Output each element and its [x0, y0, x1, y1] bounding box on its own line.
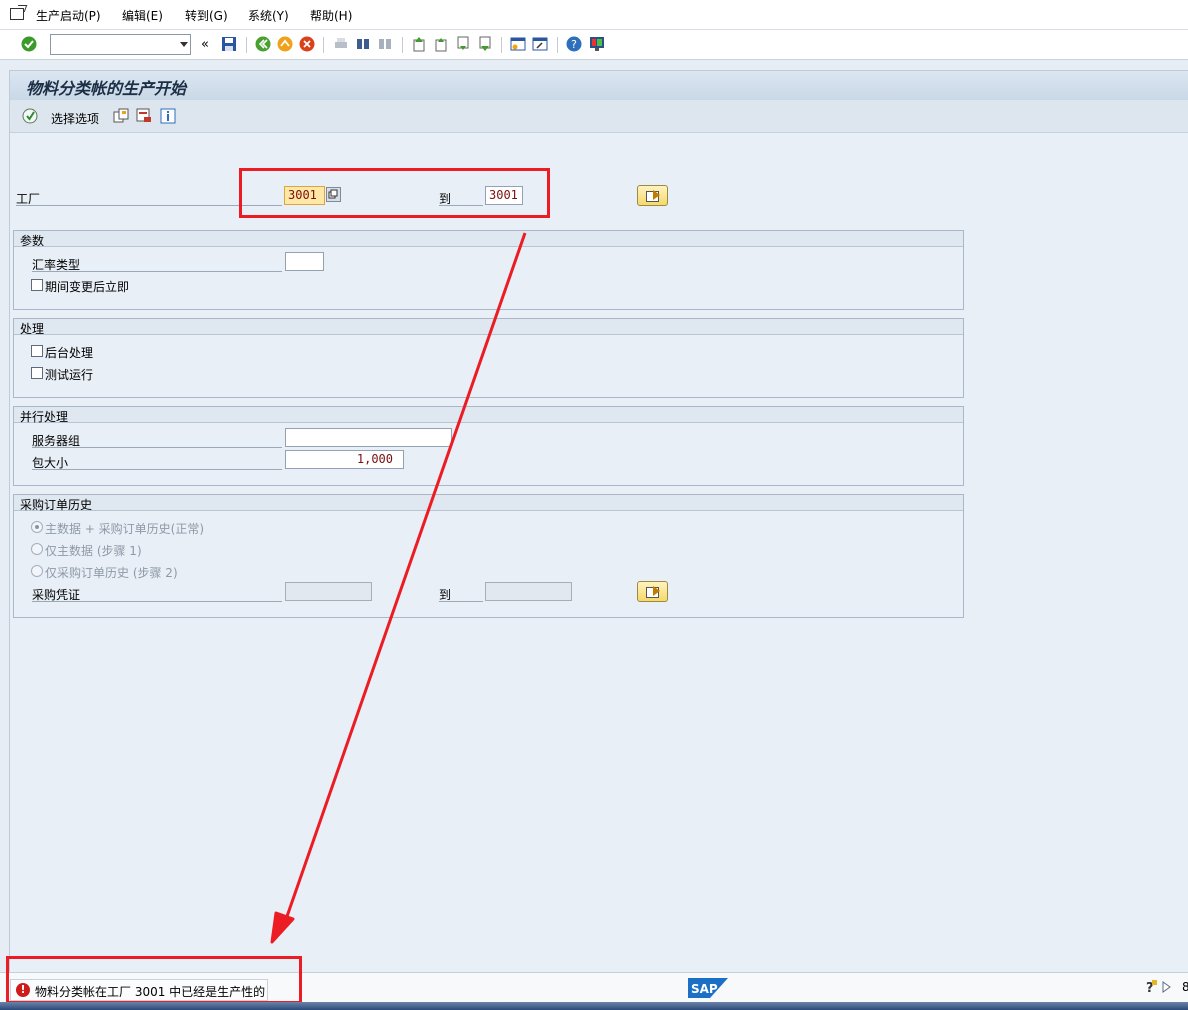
get-variant-icon[interactable] — [113, 108, 129, 124]
menu-production-start[interactable]: 生产启动(P) — [36, 7, 101, 24]
expand-status-icon[interactable] — [1162, 981, 1171, 993]
back-icon[interactable] — [255, 36, 271, 52]
svg-text:SAP: SAP — [691, 982, 718, 996]
cancel-icon[interactable] — [299, 36, 315, 52]
label-underline — [32, 469, 282, 470]
option-master-data-only-radio — [31, 543, 43, 555]
previous-page-icon[interactable] — [433, 36, 449, 52]
parallel-processing-group: 并行处理 — [13, 406, 964, 486]
save-icon[interactable] — [221, 36, 237, 52]
window-bottom-border — [0, 1002, 1188, 1010]
toolbar-separator — [402, 37, 403, 53]
create-session-icon[interactable] — [510, 36, 526, 52]
purchasing-doc-from-input — [285, 582, 372, 601]
help-icon[interactable]: ? — [566, 36, 582, 52]
option-history-only-label: 仅采购订单历史 (步骤 2) — [45, 566, 178, 580]
annotation-box-plant — [239, 168, 550, 218]
status-truncated-text: 8 — [1182, 980, 1188, 994]
selection-options-button[interactable]: 选择选项 — [51, 110, 99, 127]
annotation-box-message — [6, 956, 302, 1004]
print-icon — [335, 38, 347, 48]
label-underline — [32, 447, 282, 448]
standard-toolbar: « ? — [0, 30, 1188, 60]
info-icon[interactable] — [160, 108, 176, 124]
delete-selection-icon[interactable] — [136, 108, 152, 124]
test-run-label: 测试运行 — [45, 368, 94, 382]
po-history-title: 采购订单历史 — [20, 498, 93, 512]
shortcut-icon[interactable] — [532, 36, 548, 52]
svg-text:?: ? — [571, 38, 577, 51]
parallel-processing-title: 并行处理 — [20, 410, 69, 424]
processing-group: 处理 — [13, 318, 964, 398]
immediate-label: 期间变更后立即 — [45, 280, 130, 294]
menu-help[interactable]: 帮助(H) — [310, 7, 352, 24]
title-bar: 物料分类帐的生产开始 — [10, 71, 1188, 100]
immediate-checkbox[interactable] — [31, 279, 43, 291]
parameters-group: 参数 — [13, 230, 964, 310]
first-page-icon[interactable] — [411, 36, 427, 52]
chevron-down-icon[interactable] — [180, 42, 188, 47]
test-run-checkbox[interactable] — [31, 367, 43, 379]
label-underline — [439, 601, 483, 602]
exit-icon[interactable] — [277, 36, 293, 52]
plant-multiple-selection-button[interactable] — [637, 185, 668, 206]
background-processing-checkbox[interactable] — [31, 345, 43, 357]
parameters-title: 参数 — [20, 234, 45, 248]
system-menu-icon[interactable] — [10, 8, 24, 20]
background-processing-label: 后台处理 — [45, 346, 94, 360]
collapse-icon[interactable]: « — [201, 37, 209, 52]
toolbar-separator — [501, 37, 502, 53]
purchasing-doc-to-input — [485, 582, 572, 601]
last-page-icon[interactable] — [477, 36, 493, 52]
menu-goto[interactable]: 转到(G) — [185, 7, 228, 24]
option-master-data-only-label: 仅主数据 (步骤 1) — [45, 544, 142, 558]
toolbar-separator — [246, 37, 247, 53]
help-question-icon[interactable]: ? — [1145, 980, 1157, 994]
find-icon[interactable] — [355, 36, 371, 52]
toolbar-separator — [557, 37, 558, 53]
toolbar-separator — [323, 37, 324, 53]
command-field[interactable] — [50, 34, 191, 55]
execute-icon[interactable] — [22, 108, 38, 124]
rate-type-input[interactable] — [285, 252, 324, 271]
option-history-only-radio — [31, 565, 43, 577]
page-title: 物料分类帐的生产开始 — [26, 79, 187, 98]
label-underline — [32, 601, 282, 602]
menu-bar: 生产启动(P) 编辑(E) 转到(G) 系统(Y) 帮助(H) — [0, 0, 1188, 30]
application-toolbar: 选择选项 — [10, 100, 1188, 133]
sap-logo: SAP — [688, 978, 728, 998]
processing-title: 处理 — [20, 322, 45, 336]
label-underline — [32, 271, 282, 272]
layout-menu-icon[interactable] — [589, 36, 605, 52]
option-master-data-and-history-label: 主数据 + 采购订单历史(正常) — [45, 522, 205, 536]
next-page-icon[interactable] — [455, 36, 471, 52]
server-group-input[interactable] — [285, 428, 452, 447]
find-next-icon — [379, 39, 391, 49]
option-master-data-and-history-radio — [31, 521, 43, 533]
package-size-input[interactable]: 1,000 — [285, 450, 404, 469]
purchasing-doc-multiple-selection-button[interactable] — [637, 581, 668, 602]
menu-system[interactable]: 系统(Y) — [248, 7, 289, 24]
menu-edit[interactable]: 编辑(E) — [122, 7, 163, 24]
enter-check-icon[interactable] — [21, 36, 37, 52]
